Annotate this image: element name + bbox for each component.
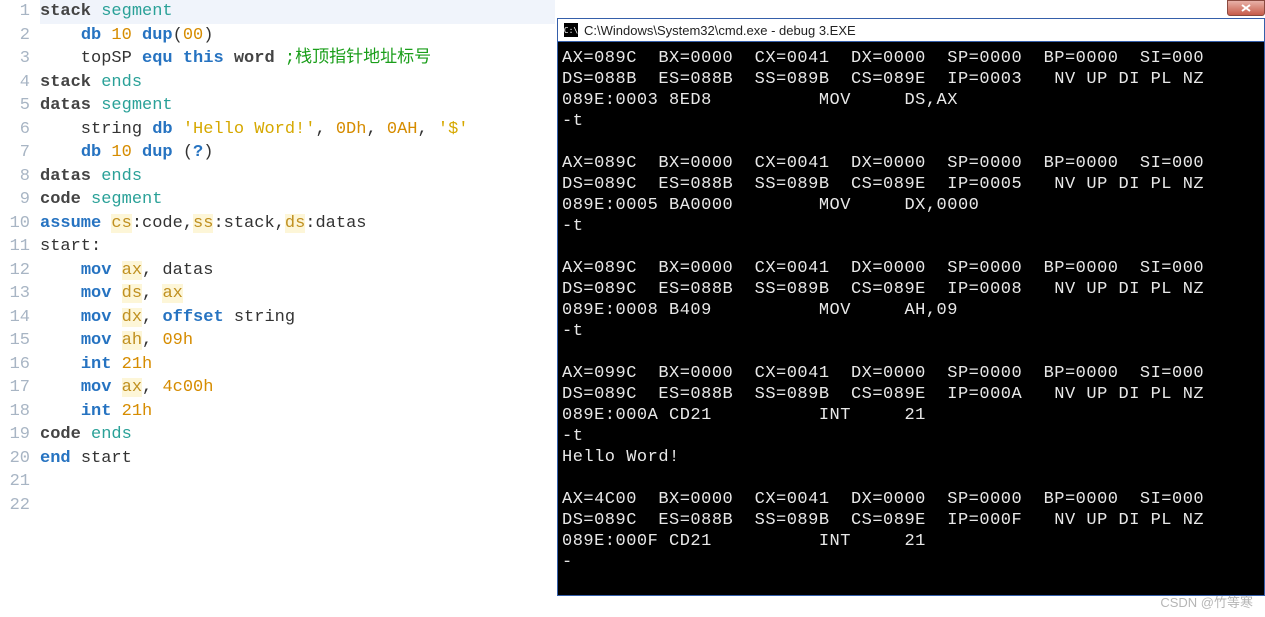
code-line[interactable] xyxy=(40,494,555,518)
line-number: 18 xyxy=(0,400,30,424)
terminal-titlebar[interactable]: C:\ C:\Windows\System32\cmd.exe - debug … xyxy=(558,19,1264,42)
line-number: 7 xyxy=(0,141,30,165)
code-line[interactable]: mov ax, datas xyxy=(40,259,555,283)
line-number: 4 xyxy=(0,71,30,95)
code-line[interactable]: mov ds, ax xyxy=(40,282,555,306)
code-line[interactable]: int 21h xyxy=(40,400,555,424)
window-close-button[interactable] xyxy=(1227,0,1265,16)
code-line[interactable]: mov ax, 4c00h xyxy=(40,376,555,400)
code-line[interactable]: mov dx, offset string xyxy=(40,306,555,330)
line-number: 15 xyxy=(0,329,30,353)
line-number: 21 xyxy=(0,470,30,494)
code-line[interactable]: stack segment xyxy=(40,0,555,24)
line-number: 1 xyxy=(0,0,30,24)
line-number: 11 xyxy=(0,235,30,259)
line-number: 17 xyxy=(0,376,30,400)
line-number: 2 xyxy=(0,24,30,48)
code-line[interactable]: code segment xyxy=(40,188,555,212)
line-number-gutter: 12345678910111213141516171819202122 xyxy=(0,0,36,617)
code-line[interactable]: db 10 dup(00) xyxy=(40,24,555,48)
line-number: 9 xyxy=(0,188,30,212)
code-line[interactable]: topSP equ this word ;栈顶指针地址标号 xyxy=(40,47,555,71)
line-number: 10 xyxy=(0,212,30,236)
line-number: 14 xyxy=(0,306,30,330)
terminal-title-text: C:\Windows\System32\cmd.exe - debug 3.EX… xyxy=(584,23,856,38)
cmd-icon: C:\ xyxy=(564,23,578,37)
line-number: 22 xyxy=(0,494,30,518)
code-line[interactable]: stack ends xyxy=(40,71,555,95)
terminal-window: C:\ C:\Windows\System32\cmd.exe - debug … xyxy=(557,18,1265,596)
code-area[interactable]: stack segment db 10 dup(00) topSP equ th… xyxy=(36,0,555,617)
code-line[interactable]: datas ends xyxy=(40,165,555,189)
code-editor-panel: 12345678910111213141516171819202122 stac… xyxy=(0,0,555,617)
line-number: 12 xyxy=(0,259,30,283)
line-number: 16 xyxy=(0,353,30,377)
code-line[interactable]: mov ah, 09h xyxy=(40,329,555,353)
code-line[interactable]: assume cs:code,ss:stack,ds:datas xyxy=(40,212,555,236)
code-line[interactable]: datas segment xyxy=(40,94,555,118)
code-line[interactable] xyxy=(40,470,555,494)
line-number: 8 xyxy=(0,165,30,189)
code-line[interactable]: string db 'Hello Word!', 0Dh, 0AH, '$' xyxy=(40,118,555,142)
code-line[interactable]: end start xyxy=(40,447,555,471)
code-line[interactable]: db 10 dup (?) xyxy=(40,141,555,165)
terminal-output[interactable]: AX=089C BX=0000 CX=0041 DX=0000 SP=0000 … xyxy=(558,42,1264,595)
code-line[interactable]: int 21h xyxy=(40,353,555,377)
line-number: 19 xyxy=(0,423,30,447)
code-line[interactable]: code ends xyxy=(40,423,555,447)
line-number: 20 xyxy=(0,447,30,471)
line-number: 3 xyxy=(0,47,30,71)
code-line[interactable]: start: xyxy=(40,235,555,259)
line-number: 13 xyxy=(0,282,30,306)
line-number: 6 xyxy=(0,118,30,142)
line-number: 5 xyxy=(0,94,30,118)
